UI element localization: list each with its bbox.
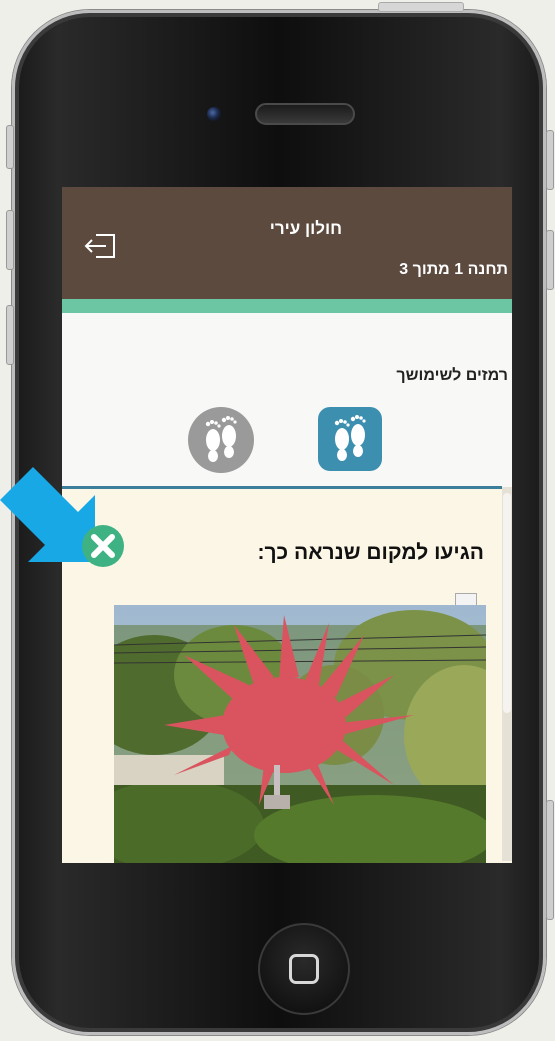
camera-icon (207, 107, 221, 121)
speaker-grille (255, 103, 355, 125)
mute-switch (6, 125, 14, 169)
page-title: חולון עירי (269, 219, 342, 238)
side-button-right-1 (546, 130, 554, 190)
question-text: הגיעו למקום שנראה כך: (257, 541, 484, 564)
scroll-thumb[interactable] (503, 493, 511, 713)
scrollbar[interactable] (502, 487, 512, 861)
close-icon[interactable] (80, 523, 126, 569)
exit-icon[interactable] (82, 231, 118, 261)
hint-button-1[interactable] (318, 407, 382, 471)
side-button-right-2 (546, 230, 554, 290)
hint-button-2[interactable] (188, 407, 254, 473)
progress-bar (62, 299, 512, 313)
app-header: חולון עירי תחנה 1 מתוך 3 (62, 187, 512, 299)
side-button-right-3 (546, 800, 554, 920)
power-button (378, 2, 464, 12)
home-square-icon (289, 954, 319, 984)
volume-down-button (6, 305, 14, 365)
hints-label: רמזים לשימושך (396, 367, 508, 384)
home-button[interactable] (258, 923, 350, 1015)
footprints-icon (205, 416, 237, 462)
location-photo (114, 605, 486, 863)
station-counter: תחנה 1 מתוך 3 (399, 261, 508, 278)
footprints-icon (334, 415, 366, 461)
volume-up-button (6, 210, 14, 270)
